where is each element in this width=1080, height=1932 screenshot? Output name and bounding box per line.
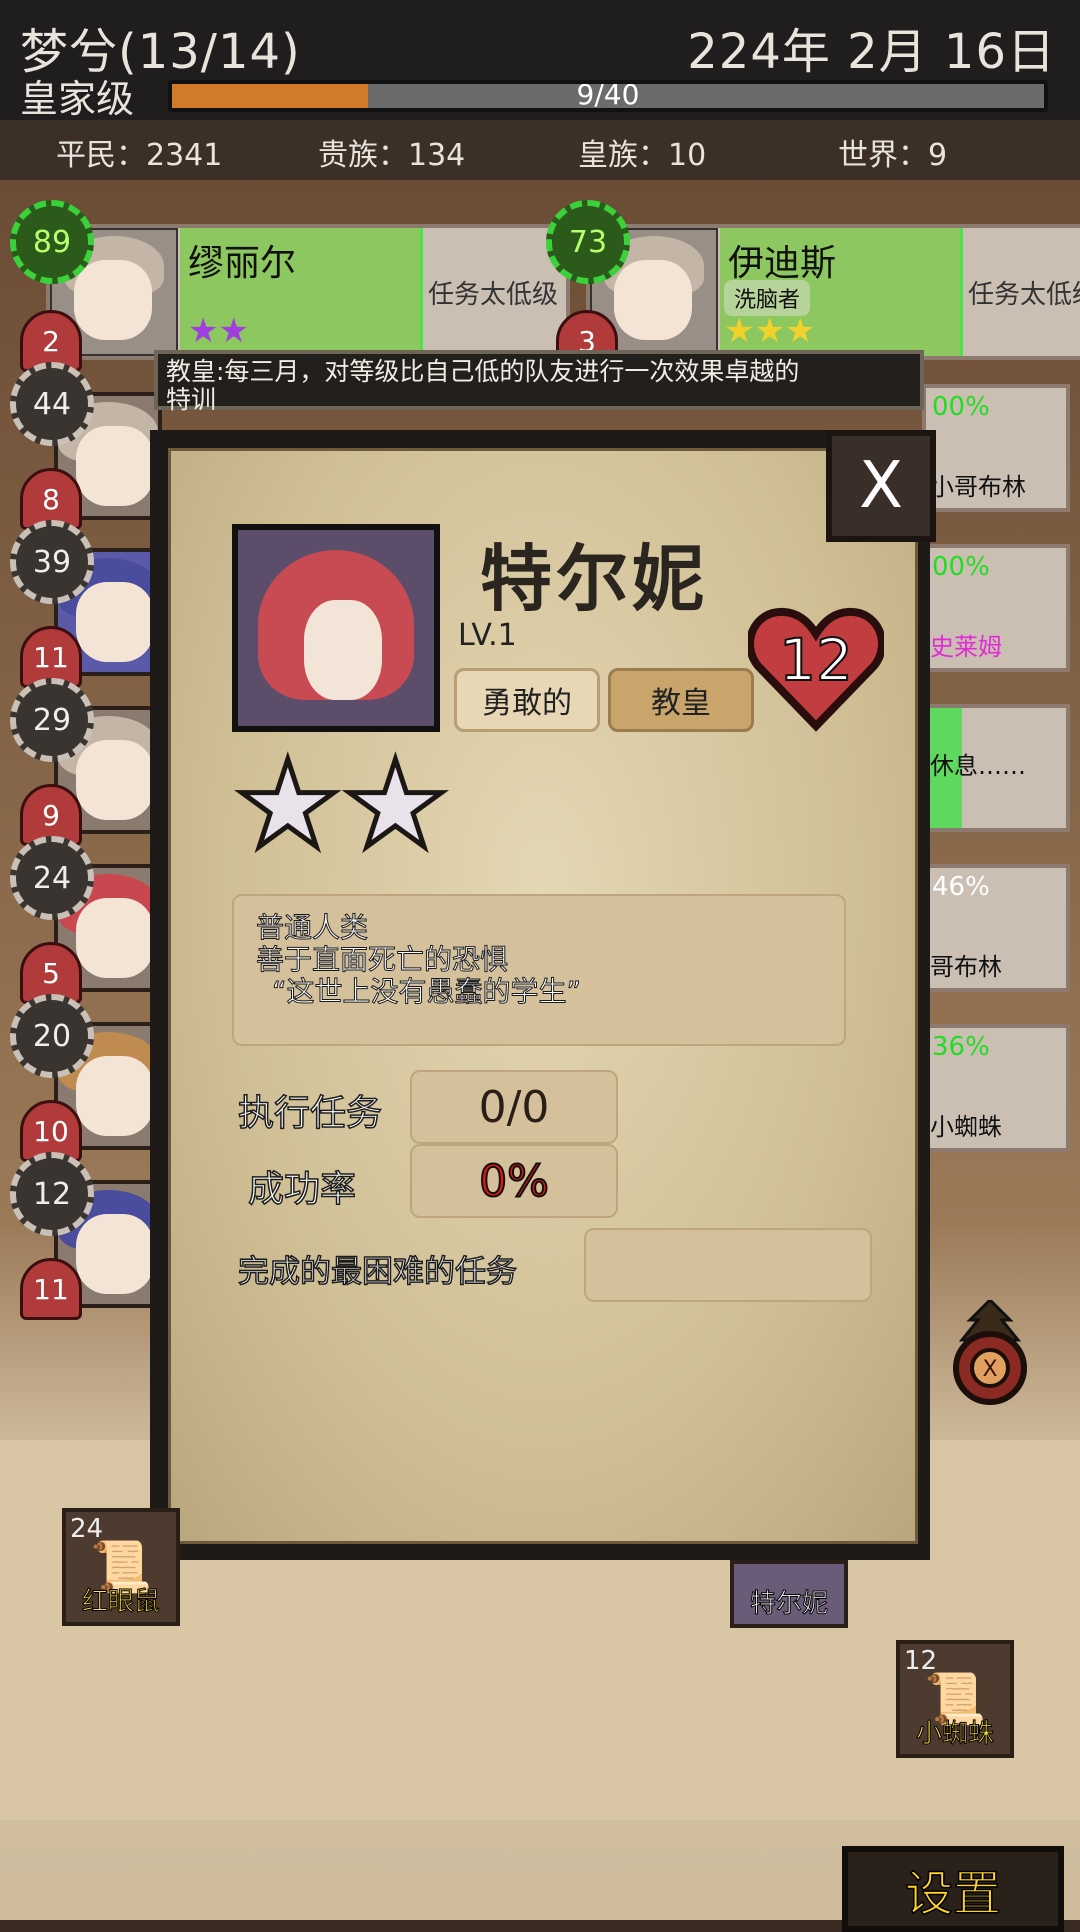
- level-badge: 12: [10, 1152, 94, 1236]
- quest-progress: 46%: [932, 872, 990, 902]
- tooltip-line: 特训: [166, 385, 217, 414]
- nobles-count: 贵族：134: [318, 138, 466, 173]
- quest-token[interactable]: 12 📜 小蜘蛛: [896, 1640, 1014, 1758]
- card-status-text: 任务太低级: [427, 280, 558, 310]
- quest-name: 休息……: [930, 752, 1026, 780]
- missions-value: 0/0: [410, 1070, 618, 1144]
- level-badge: 89: [10, 200, 94, 284]
- skill-tooltip: 教皇:每三月，对等级比自己低的队友进行一次效果卓越的 特训: [154, 350, 924, 414]
- quest-card[interactable]: 46% 哥布林: [922, 864, 1070, 992]
- star-icon: ★: [784, 311, 816, 351]
- character-level: LV.1: [458, 618, 517, 653]
- quest-card[interactable]: 36% 小蜘蛛: [922, 1024, 1070, 1152]
- token-label: 小蜘蛛: [915, 1719, 994, 1750]
- star-icon: ★: [232, 736, 345, 875]
- quest-name: 史莱姆: [930, 633, 1002, 661]
- star-icon: ★: [339, 736, 452, 875]
- commoners-count: 平民：2341: [56, 138, 223, 173]
- quest-card[interactable]: 00% 小哥布林: [922, 384, 1070, 512]
- health-heart: 12: [746, 604, 886, 734]
- guild-rank: 皇家级: [20, 77, 135, 121]
- quest-name: 小蜘蛛: [930, 1113, 1002, 1141]
- health-value: 12: [778, 625, 854, 695]
- character-card-edith[interactable]: 伊迪斯 洗脑者 任务太低级 ★★★: [586, 224, 1080, 360]
- xp-progress-text: 9/40: [576, 80, 640, 111]
- quest-progress: 00%: [932, 552, 990, 582]
- game-date: 224年 2月 16日: [687, 24, 1056, 80]
- missions-label: 执行任务: [237, 1092, 383, 1135]
- close-button[interactable]: X: [826, 430, 936, 542]
- world-count: 世界：9: [838, 138, 948, 173]
- quest-progress: 36%: [932, 1032, 990, 1062]
- rating-stars: ★★★: [724, 314, 815, 348]
- quest-name: 哥布林: [930, 953, 1002, 981]
- hardest-mission-label: 完成的最困难的任务: [237, 1253, 518, 1291]
- star-icon: ★: [754, 311, 785, 351]
- token-label: 特尔妮: [749, 1589, 828, 1620]
- heart-icon: 11: [20, 1258, 82, 1320]
- level-badge: 73: [546, 200, 630, 284]
- card-status-text: 任务太低级: [967, 280, 1080, 310]
- character-name: 特尔妮: [480, 537, 709, 621]
- star-icon: ★: [188, 311, 219, 351]
- character-token[interactable]: 特尔妮: [730, 1560, 848, 1628]
- character-portrait: [232, 524, 440, 732]
- guild-emblem-icon[interactable]: X: [940, 1300, 1040, 1410]
- class-badge[interactable]: 教皇: [608, 668, 754, 732]
- quest-token[interactable]: 24 📜 红眼鼠: [62, 1508, 180, 1626]
- rating-stars: ★★: [188, 314, 249, 348]
- royals-count: 皇族：10: [578, 138, 707, 173]
- settings-button[interactable]: 设置: [842, 1846, 1064, 1932]
- level-badge: 20: [10, 994, 94, 1078]
- star-icon: ★: [724, 311, 755, 351]
- level-badge: 24: [10, 836, 94, 920]
- level-badge: 44: [10, 362, 94, 446]
- level-badge: 29: [10, 678, 94, 762]
- success-rate-value: 0%: [410, 1144, 618, 1218]
- rating-stars: ★★: [232, 743, 452, 868]
- quest-card[interactable]: 休息……: [922, 704, 1070, 832]
- character-description: 普通人类 善于直面死亡的恐惧 “这世上没有愚蠢的学生”: [232, 894, 846, 1046]
- quest-progress: 00%: [932, 392, 990, 422]
- success-rate-label: 成功率: [247, 1168, 357, 1211]
- character-name: 缪丽尔: [188, 243, 297, 284]
- star-icon: ★: [218, 311, 249, 351]
- token-label: 红眼鼠: [81, 1587, 160, 1618]
- character-card-muriel[interactable]: 缪丽尔 任务太低级 ★★: [46, 224, 570, 360]
- quest-name: 小哥布林: [930, 473, 1026, 501]
- svg-text:X: X: [982, 1357, 997, 1382]
- hardest-mission-value: [584, 1228, 872, 1302]
- trait-badge[interactable]: 勇敢的: [454, 668, 600, 732]
- xp-progress-bar: 9/40: [168, 80, 1048, 112]
- tooltip-line: 教皇:每三月，对等级比自己低的队友进行一次效果卓越的: [166, 357, 800, 386]
- description-line: “这世上没有愚蠢的学生”: [271, 975, 582, 1009]
- level-badge: 39: [10, 520, 94, 604]
- character-name: 伊迪斯: [728, 243, 837, 284]
- quest-card[interactable]: 00% 史莱姆: [922, 544, 1070, 672]
